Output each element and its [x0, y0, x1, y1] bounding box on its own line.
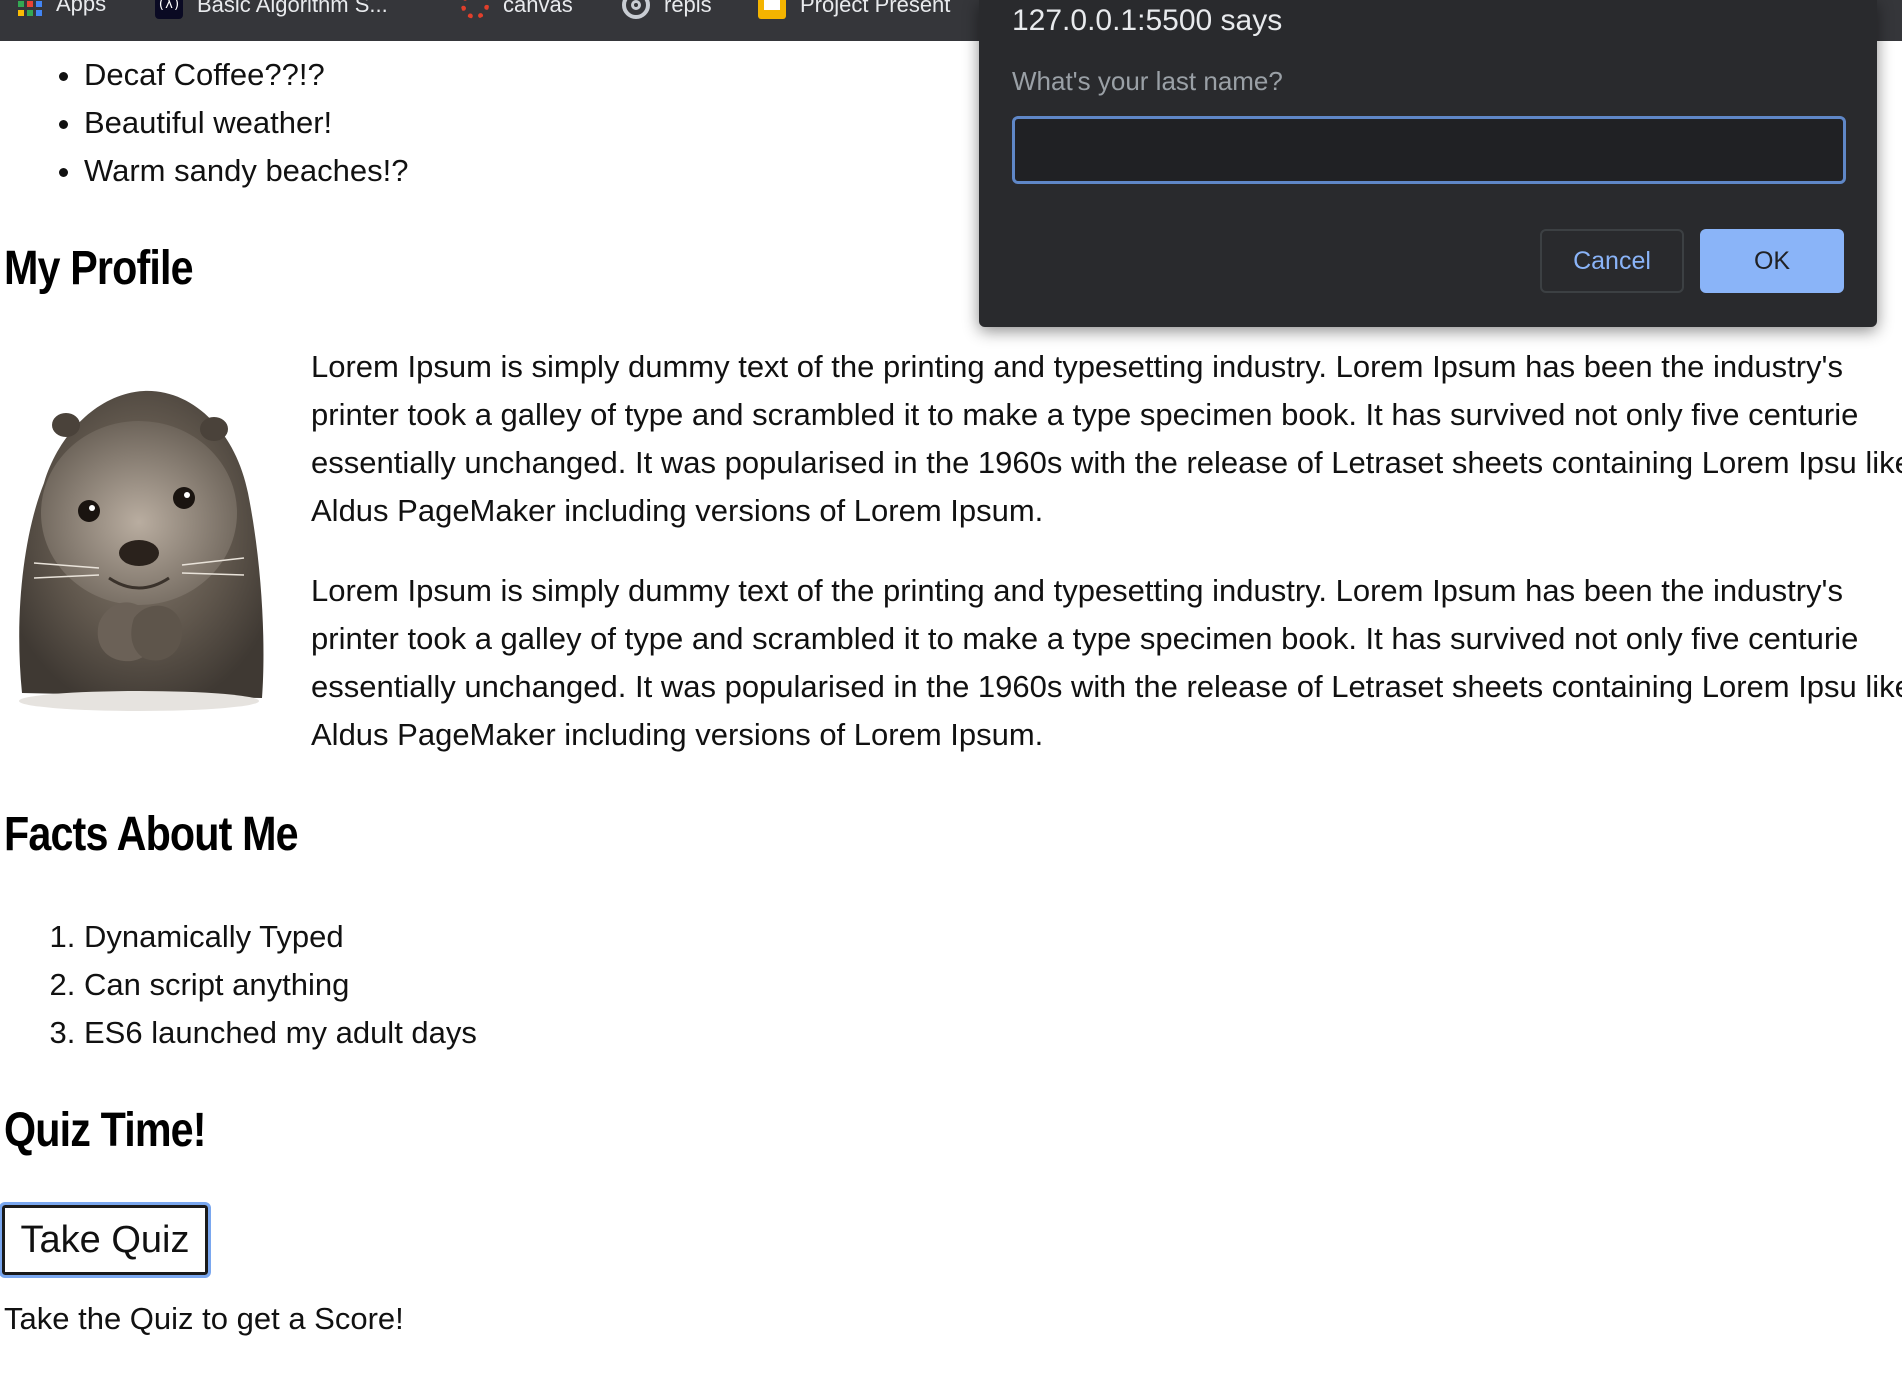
slides-icon: [758, 0, 786, 19]
ok-button[interactable]: OK: [1700, 229, 1844, 293]
list-item: ES6 launched my adult days: [84, 1009, 477, 1057]
dialog-message: What's your last name?: [1012, 66, 1283, 96]
facts-list: Dynamically Typed Can script anything ES…: [0, 913, 477, 1057]
freecodecamp-icon: (λ): [155, 0, 183, 19]
bookmark-repls[interactable]: repls: [622, 0, 712, 19]
list-item: Beautiful weather!: [84, 99, 409, 147]
bookmark-apps[interactable]: Apps: [18, 0, 106, 17]
profile-heading: My Profile: [4, 242, 194, 295]
last-name-input[interactable]: [1012, 116, 1846, 184]
take-quiz-button[interactable]: Take Quiz: [0, 1202, 211, 1278]
score-text: Take the Quiz to get a Score!: [4, 1301, 404, 1336]
replit-icon: [622, 0, 650, 19]
list-item: Can script anything: [84, 961, 477, 1009]
bookmark-label: canvas: [503, 0, 573, 17]
profile-paragraph: Lorem Ipsum is simply dummy text of the …: [311, 349, 1902, 528]
apps-grid-icon: [18, 0, 42, 16]
list-item: Warm sandy beaches!?: [84, 147, 409, 195]
likes-list: Decaf Coffee??!? Beautiful weather! Warm…: [0, 51, 409, 195]
bookmark-project-present[interactable]: Project Present: [758, 0, 950, 19]
cancel-button[interactable]: Cancel: [1540, 229, 1684, 293]
list-item: Dynamically Typed: [84, 913, 477, 961]
bookmark-basic-algorithm[interactable]: (λ) Basic Algorithm S...: [155, 0, 388, 19]
bookmark-label: Apps: [56, 0, 107, 16]
bookmark-label: Basic Algorithm S...: [197, 0, 388, 17]
list-item: Decaf Coffee??!?: [84, 51, 409, 99]
prompt-dialog: 127.0.0.1:5500 says What's your last nam…: [979, 0, 1877, 327]
canvas-icon: [461, 0, 489, 19]
bookmark-label: Project Present: [800, 0, 951, 17]
facts-heading: Facts About Me: [4, 808, 299, 861]
quiz-heading: Quiz Time!: [4, 1104, 207, 1157]
bookmark-label: repls: [664, 0, 712, 17]
profile-paragraph: Lorem Ipsum is simply dummy text of the …: [311, 573, 1902, 752]
otter-profile-image: [19, 390, 264, 711]
bookmark-canvas[interactable]: canvas: [461, 0, 573, 19]
dialog-title: 127.0.0.1:5500 says: [1012, 4, 1283, 37]
